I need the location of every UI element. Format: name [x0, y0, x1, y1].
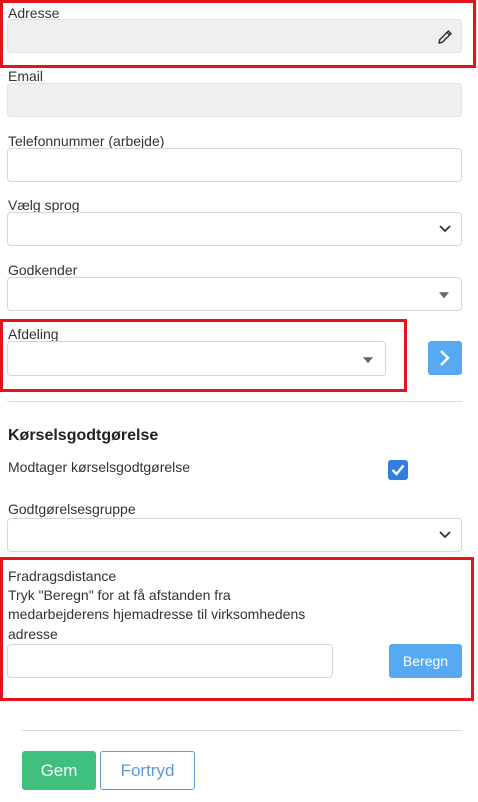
- department-select[interactable]: [7, 341, 386, 376]
- cancel-button[interactable]: Fortryd: [100, 751, 195, 790]
- deduction-help-line2: medarbejderens hjemadresse til virksomhe…: [8, 606, 306, 622]
- approver-select[interactable]: [7, 277, 462, 311]
- deduction-input[interactable]: [7, 644, 333, 678]
- deduction-help-line1: Tryk "Beregn" for at få afstanden fra: [8, 587, 231, 603]
- caret-down-icon: [363, 356, 373, 363]
- deduction-label: Fradragsdistance: [8, 568, 117, 584]
- checkmark-icon: [391, 464, 405, 476]
- address-field[interactable]: [7, 19, 462, 53]
- language-select[interactable]: [7, 212, 462, 246]
- phone-field[interactable]: [7, 148, 462, 182]
- receives-mileage-checkbox[interactable]: [388, 460, 408, 480]
- footer-divider: [22, 730, 462, 731]
- divider: [7, 401, 462, 402]
- email-field[interactable]: [7, 83, 462, 117]
- group-label: Godtgørelsesgruppe: [8, 501, 136, 517]
- pencil-icon[interactable]: [436, 28, 454, 46]
- group-select[interactable]: [7, 518, 462, 552]
- caret-down-icon: [439, 292, 449, 299]
- deduction-help-line3: adresse: [8, 626, 58, 642]
- receives-mileage-label: Modtager kørselsgodtgørelse: [8, 459, 191, 475]
- chevron-right-icon: [440, 350, 450, 366]
- calculate-button[interactable]: Beregn: [389, 644, 462, 678]
- chevron-down-icon: [439, 531, 451, 539]
- department-next-button[interactable]: [428, 341, 462, 375]
- section-title-mileage: Kørselsgodtgørelse: [8, 427, 159, 444]
- save-button[interactable]: Gem: [22, 751, 96, 790]
- chevron-down-icon: [439, 225, 451, 233]
